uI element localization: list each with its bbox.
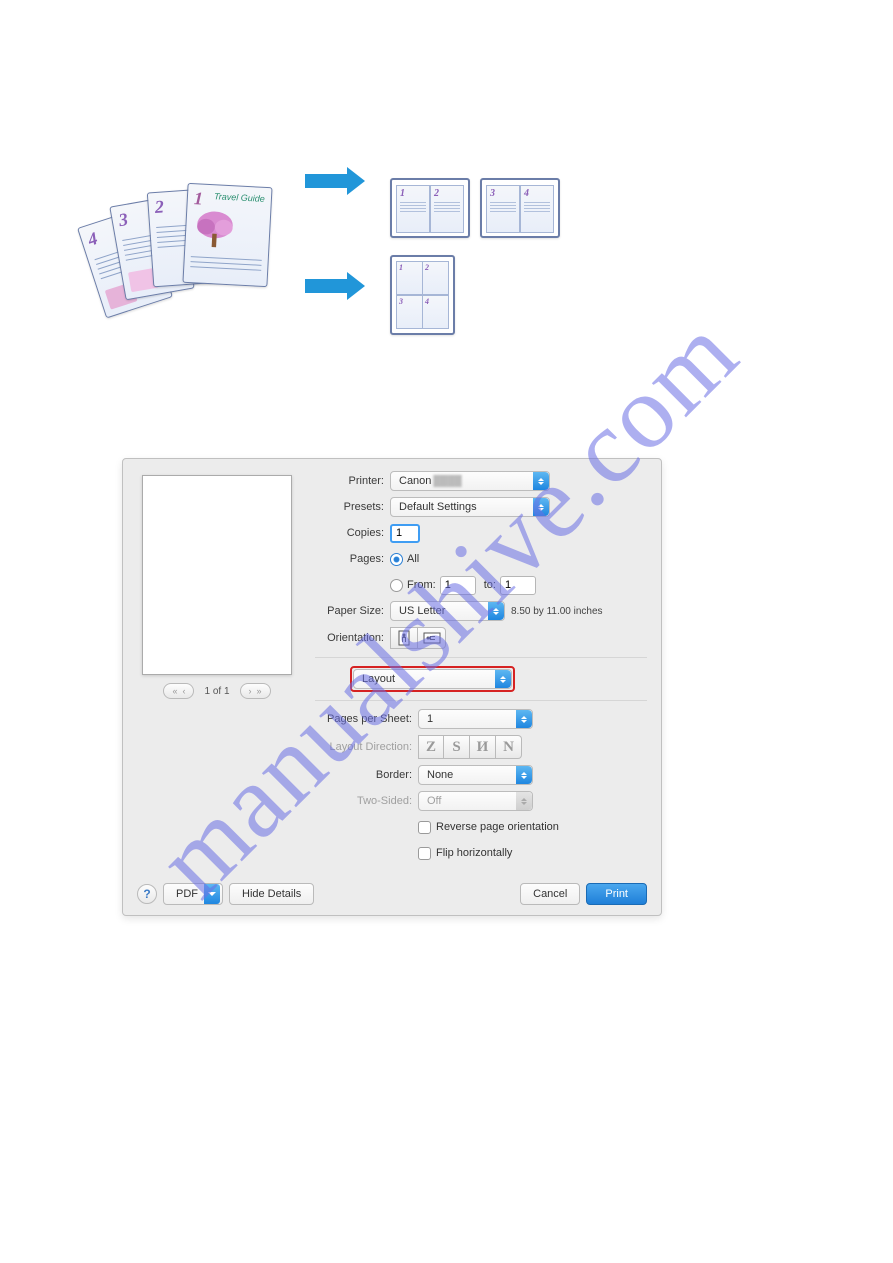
papersize-dimensions: 8.50 by 11.00 inches xyxy=(511,606,603,617)
preview-page-indicator: 1 of 1 xyxy=(198,686,235,697)
pages-all-radio[interactable] xyxy=(390,553,403,566)
page1-title: Travel Guide xyxy=(214,191,265,204)
flip-horizontally-checkbox[interactable] xyxy=(418,847,431,860)
tree-icon xyxy=(191,208,238,250)
help-button[interactable]: ? xyxy=(137,884,157,904)
flip-horizontally-label: Flip horizontally xyxy=(436,847,512,859)
two-sided-select: Off xyxy=(418,791,533,811)
border-select[interactable]: None xyxy=(418,765,533,785)
hide-details-button[interactable]: Hide Details xyxy=(229,883,314,905)
four-up-sheet: 1 2 3 4 xyxy=(390,255,455,335)
layout-dir-1-button[interactable]: Z xyxy=(418,735,444,759)
pages-per-sheet-label: Pages per Sheet: xyxy=(315,713,418,725)
printer-label: Printer: xyxy=(315,475,390,487)
section-popup-highlight: Layout xyxy=(350,666,515,692)
pages-label: Pages: xyxy=(315,553,390,565)
layout-direction-label: Layout Direction: xyxy=(315,741,418,753)
portrait-icon xyxy=(397,630,411,646)
papersize-select[interactable]: US Letter xyxy=(390,601,505,621)
cancel-button[interactable]: Cancel xyxy=(520,883,580,905)
orientation-label: Orientation: xyxy=(315,632,390,644)
pages-from-input[interactable] xyxy=(440,576,476,595)
pages-all-label: All xyxy=(407,553,419,565)
pdf-menu-button[interactable]: PDF xyxy=(163,883,223,905)
presets-select[interactable]: Default Settings xyxy=(390,497,550,517)
pages-per-sheet-select[interactable]: 1 xyxy=(418,709,533,729)
reverse-orientation-checkbox[interactable] xyxy=(418,821,431,834)
print-dialog: « ‹ 1 of 1 › » Printer: Canon████ Preset… xyxy=(122,458,662,916)
orientation-portrait-button[interactable] xyxy=(390,627,418,649)
pages-from-label: From: xyxy=(407,579,436,591)
two-up-sheet-1: 1 2 xyxy=(390,178,470,238)
link-underline xyxy=(449,425,579,437)
layout-dir-3-button[interactable]: И xyxy=(470,735,496,759)
arrow-icon xyxy=(305,170,370,192)
arrow-icon xyxy=(305,275,370,297)
printer-select[interactable]: Canon████ xyxy=(390,471,550,491)
page-num-3: 3 xyxy=(117,209,130,231)
two-up-sheet-2: 3 4 xyxy=(480,178,560,238)
page-num-1: 1 xyxy=(193,188,203,209)
pages-to-label: to: xyxy=(484,579,496,591)
two-sided-label: Two-Sided: xyxy=(315,795,418,807)
layout-dir-2-button[interactable]: S xyxy=(444,735,470,759)
landscape-icon xyxy=(423,631,441,645)
presets-label: Presets: xyxy=(315,501,390,513)
layout-illustration: 4 3 2 1Travel Guide 1 2 3 4 1 2 3 4 xyxy=(95,160,595,360)
page-num-4: 4 xyxy=(85,228,100,251)
preview-first-prev-button[interactable]: « ‹ xyxy=(163,683,194,699)
border-label: Border: xyxy=(315,769,418,781)
section-select[interactable]: Layout xyxy=(353,669,512,689)
layout-dir-4-button[interactable]: N xyxy=(496,735,522,759)
copies-input[interactable] xyxy=(390,524,420,543)
pages-to-input[interactable] xyxy=(500,576,536,595)
print-preview xyxy=(142,475,292,675)
orientation-landscape-button[interactable] xyxy=(418,627,446,649)
copies-label: Copies: xyxy=(315,527,390,539)
papersize-label: Paper Size: xyxy=(315,605,390,617)
page-num-2: 2 xyxy=(154,196,164,218)
reverse-orientation-label: Reverse page orientation xyxy=(436,821,559,833)
source-pages-stack: 4 3 2 1Travel Guide xyxy=(95,180,295,330)
pages-from-radio[interactable] xyxy=(390,579,403,592)
print-button[interactable]: Print xyxy=(586,883,647,905)
preview-next-last-button[interactable]: › » xyxy=(240,683,271,699)
